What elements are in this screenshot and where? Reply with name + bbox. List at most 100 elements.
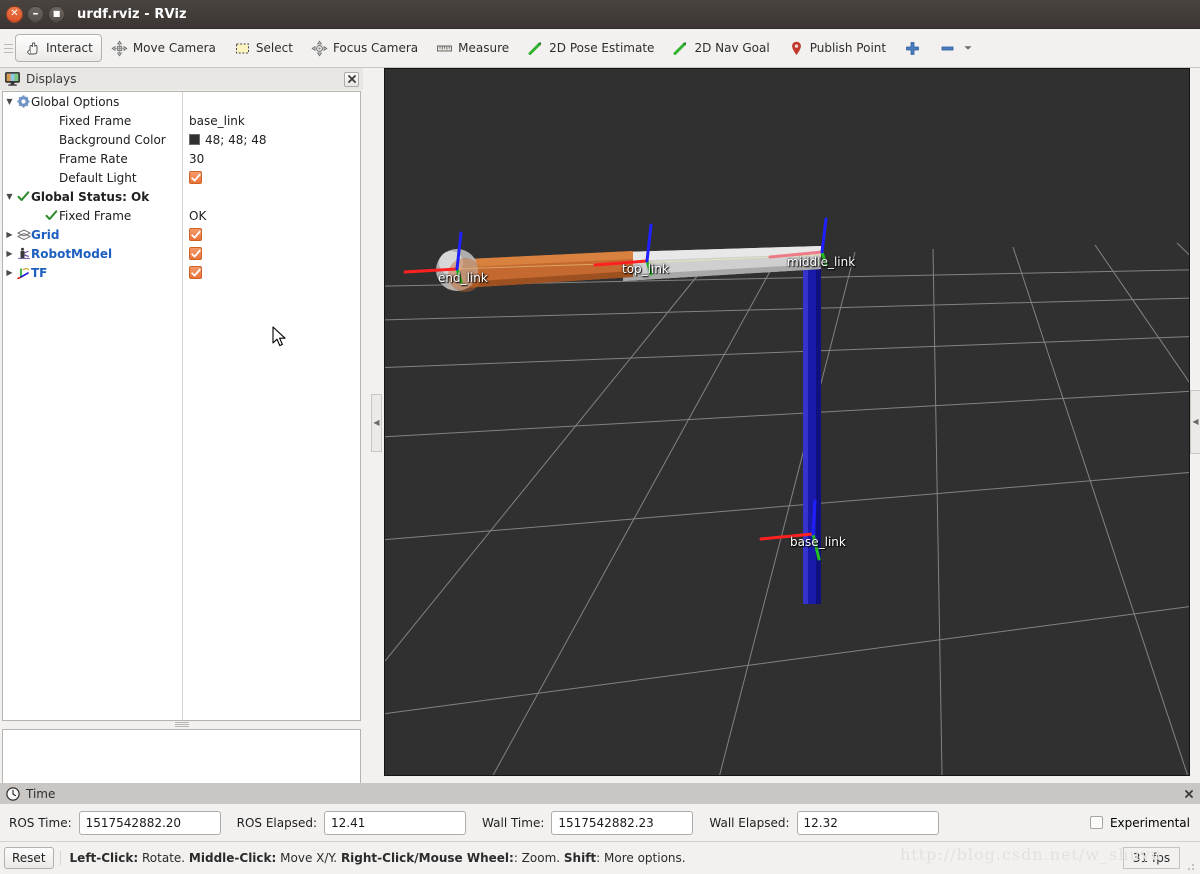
close-window-button[interactable]: ✕ bbox=[6, 5, 23, 23]
displays-panel-header: Displays bbox=[0, 68, 363, 90]
check-icon bbox=[45, 210, 58, 220]
tree-row-robotmodel[interactable]: ▶ RobotModel bbox=[3, 244, 360, 263]
minimize-window-button[interactable]: – bbox=[27, 5, 44, 23]
reset-button[interactable]: Reset bbox=[4, 847, 54, 869]
visibility-checkbox[interactable] bbox=[189, 266, 202, 279]
tool-select[interactable]: Select bbox=[225, 34, 302, 62]
add-tool-button[interactable] bbox=[895, 34, 930, 62]
experimental-toggle[interactable]: Experimental bbox=[1089, 815, 1190, 830]
tree-row-value[interactable] bbox=[189, 244, 202, 263]
gear-icon bbox=[16, 95, 31, 108]
wall-time-value: 1517542882.23 bbox=[558, 815, 654, 830]
ground-grid bbox=[385, 242, 1189, 775]
tool-2d-nav-goal[interactable]: 2D Nav Goal bbox=[663, 34, 778, 62]
tool-move-camera-label: Move Camera bbox=[132, 41, 216, 55]
time-panel-header: Time bbox=[0, 783, 1200, 804]
chevron-down-icon[interactable]: ▼ bbox=[3, 97, 16, 106]
ruler-icon bbox=[437, 45, 453, 51]
chevron-right-icon[interactable]: ▶ bbox=[3, 268, 16, 277]
tool-2d-pose-estimate-label: 2D Pose Estimate bbox=[549, 41, 655, 55]
resize-grip[interactable] bbox=[1184, 860, 1196, 872]
tree-row-label: Global Options bbox=[31, 94, 120, 109]
tree-row-value[interactable] bbox=[189, 263, 202, 282]
tree-row-label: Fixed Frame bbox=[59, 208, 132, 223]
tree-row-background-color[interactable]: Background Color 48; 48; 48 bbox=[3, 130, 360, 149]
visibility-checkbox[interactable] bbox=[189, 171, 202, 184]
maximize-window-button[interactable]: ■ bbox=[48, 5, 65, 23]
tool-move-camera[interactable]: Move Camera bbox=[102, 34, 225, 62]
tool-focus-camera[interactable]: Focus Camera bbox=[302, 34, 427, 62]
focus-camera-icon bbox=[311, 39, 328, 57]
experimental-label: Experimental bbox=[1109, 815, 1190, 830]
tree-row-label: TF bbox=[31, 265, 48, 280]
check-icon bbox=[16, 190, 31, 203]
chevron-down-icon[interactable] bbox=[963, 43, 973, 53]
grid-icon bbox=[16, 228, 31, 241]
tree-row-value[interactable]: 30 bbox=[189, 149, 204, 168]
wall-time-label: Wall Time: bbox=[482, 815, 545, 830]
panel-splitter[interactable] bbox=[2, 721, 361, 727]
tree-row-tf[interactable]: ▶ TF bbox=[3, 263, 360, 282]
rviz-window: ✕ – ■ urdf.rviz - RViz Interact Move Cam… bbox=[0, 0, 1200, 874]
tree-row-value[interactable] bbox=[189, 168, 202, 187]
wall-elapsed-input[interactable]: 12.32 bbox=[796, 810, 939, 835]
checkmark-icon bbox=[190, 249, 201, 257]
robot-icon bbox=[17, 247, 30, 259]
tool-2d-pose-estimate[interactable]: 2D Pose Estimate bbox=[518, 34, 663, 62]
reset-button-label: Reset bbox=[12, 851, 46, 865]
robot-icon bbox=[16, 247, 31, 260]
tree-row-value-text: base_link bbox=[189, 113, 245, 128]
move-camera-icon bbox=[111, 39, 128, 57]
checkmark-icon bbox=[190, 268, 201, 276]
time-panel-close-button[interactable] bbox=[1181, 786, 1196, 801]
chevron-down-icon[interactable]: ▼ bbox=[3, 192, 16, 201]
tree-row-value[interactable]: 48; 48; 48 bbox=[189, 130, 267, 149]
collapse-left-panel-handle[interactable]: ◀ bbox=[371, 394, 382, 452]
close-icon bbox=[1184, 789, 1193, 798]
experimental-checkbox[interactable] bbox=[1089, 816, 1103, 829]
tree-row-fixed-frame[interactable]: Fixed Frame OK bbox=[3, 206, 360, 225]
tree-row-default-light[interactable]: Default Light bbox=[3, 168, 360, 187]
checkmark-icon bbox=[190, 173, 201, 181]
tree-row-value[interactable]: base_link bbox=[189, 111, 245, 130]
collapse-right-panel-handle[interactable]: ◀ bbox=[1190, 390, 1200, 454]
visibility-checkbox[interactable] bbox=[189, 228, 202, 241]
tree-rows: ▼ Global Options Fixed Frame base_link Backg… bbox=[3, 92, 360, 282]
tree-row-frame-rate[interactable]: Frame Rate 30 bbox=[3, 149, 360, 168]
ros-time-value: 1517542882.20 bbox=[85, 815, 182, 830]
map-pin-icon bbox=[791, 41, 801, 55]
remove-tool-button[interactable] bbox=[930, 34, 982, 62]
main-toolbar: Interact Move Camera Select Focus Camera… bbox=[0, 29, 1200, 68]
grid-icon bbox=[16, 229, 31, 241]
tree-row-value[interactable]: OK bbox=[189, 206, 206, 225]
tree-row-global-options[interactable]: ▼ Global Options bbox=[3, 92, 360, 111]
tree-row-value[interactable] bbox=[189, 225, 202, 244]
tool-interact[interactable]: Interact bbox=[15, 34, 102, 62]
ros-time-input[interactable]: 1517542882.20 bbox=[78, 810, 221, 835]
displays-panel-close-button[interactable] bbox=[344, 71, 359, 87]
displays-tree[interactable]: ▼ Global Options Fixed Frame base_link Backg… bbox=[2, 91, 361, 721]
visibility-checkbox[interactable] bbox=[189, 247, 202, 260]
status-hint-part: Rotate. bbox=[138, 851, 189, 865]
wall-time-input[interactable]: 1517542882.23 bbox=[551, 810, 694, 835]
tool-measure[interactable]: Measure bbox=[427, 34, 518, 62]
chevron-right-icon[interactable]: ▶ bbox=[3, 230, 16, 239]
status-bar: Reset Left-Click: Rotate. Middle-Click: … bbox=[0, 841, 1200, 874]
time-panel-title: Time bbox=[26, 786, 56, 801]
link-middle-link bbox=[623, 246, 821, 281]
ros-elapsed-input[interactable]: 12.41 bbox=[324, 810, 467, 835]
tree-row-grid[interactable]: ▶ Grid bbox=[3, 225, 360, 244]
hand-cursor-icon bbox=[27, 41, 38, 55]
3d-render-view[interactable]: end_link top_link middle_link base_link bbox=[384, 68, 1190, 776]
tree-row-global-status-ok[interactable]: ▼ Global Status: Ok bbox=[3, 187, 360, 206]
tree-row-label: Background Color bbox=[59, 132, 166, 147]
tree-row-fixed-frame[interactable]: Fixed Frame base_link bbox=[3, 111, 360, 130]
check-icon bbox=[17, 191, 30, 201]
collapse-right-icon: ◀ bbox=[1192, 417, 1199, 426]
ros-time-label: ROS Time: bbox=[9, 815, 72, 830]
tool-publish-point[interactable]: Publish Point bbox=[779, 34, 895, 62]
green-arrow-icon bbox=[673, 41, 687, 55]
toolbar-grip[interactable] bbox=[4, 37, 13, 59]
fps-indicator: 31 fps bbox=[1123, 847, 1180, 869]
chevron-right-icon[interactable]: ▶ bbox=[3, 249, 16, 258]
